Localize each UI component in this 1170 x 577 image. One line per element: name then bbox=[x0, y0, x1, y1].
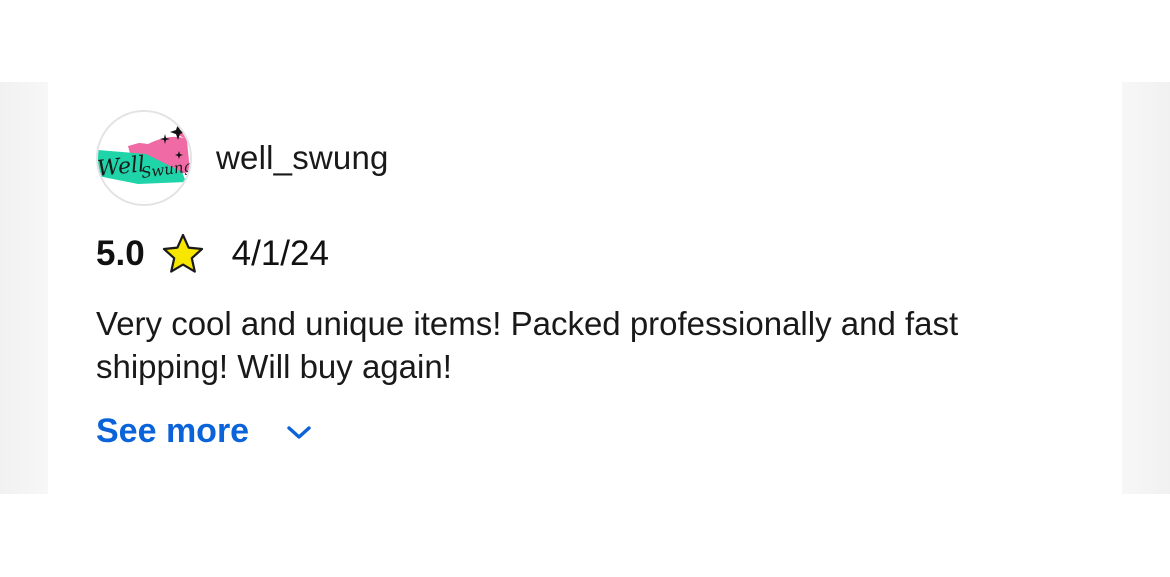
rating-row: 5.0 4/1/24 bbox=[96, 232, 329, 276]
review-card: Well Swung well_swung 5.0 4/1/24 Very co… bbox=[48, 82, 1122, 494]
review-date: 4/1/24 bbox=[231, 234, 329, 273]
chevron-down-icon[interactable] bbox=[285, 422, 313, 442]
well-swung-logo: Well Swung bbox=[98, 112, 190, 204]
avatar[interactable]: Well Swung bbox=[96, 110, 192, 206]
star-icon bbox=[162, 233, 203, 273]
username[interactable]: well_swung bbox=[216, 139, 389, 177]
rating-value: 5.0 bbox=[96, 234, 145, 273]
review-text: Very cool and unique items! Packed profe… bbox=[96, 305, 959, 385]
see-more-label[interactable]: See more bbox=[96, 412, 249, 451]
svg-text:Well: Well bbox=[98, 152, 146, 182]
review-header: Well Swung well_swung bbox=[96, 110, 389, 206]
see-more-button[interactable]: See more bbox=[96, 412, 313, 451]
